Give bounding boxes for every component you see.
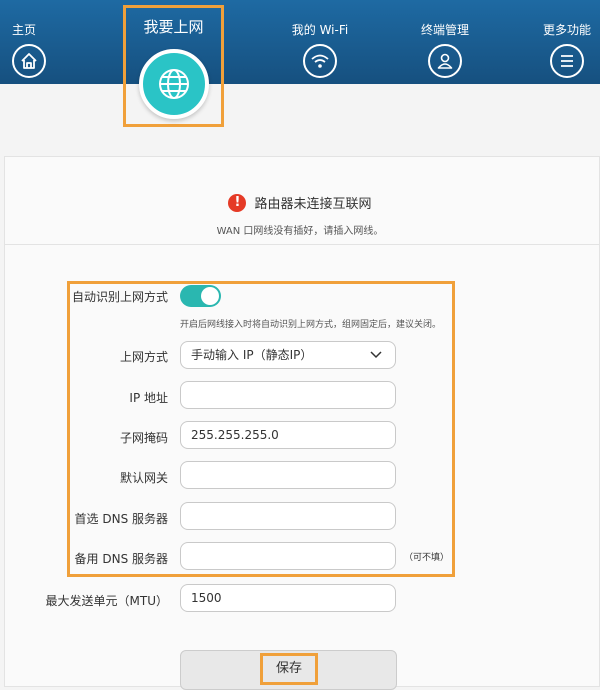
mode-select[interactable]: 手动输入 IP（静态IP）	[180, 341, 396, 369]
mtu-label: 最大发送单元（MTU）	[45, 594, 168, 608]
save-button-label[interactable]: 保存	[260, 653, 318, 685]
home-icon	[12, 44, 46, 78]
nav-home[interactable]: 主页	[12, 22, 52, 78]
dns2-label: 备用 DNS 服务器	[74, 552, 168, 566]
nav-more[interactable]: 更多功能	[542, 22, 592, 78]
nav-devices-label: 终端管理	[420, 23, 469, 37]
status-subtitle: WAN 口网线没有插好，请插入网线。	[216, 226, 384, 237]
nav-internet-label: 我要上网	[143, 18, 204, 36]
alert-icon: !	[228, 193, 247, 212]
nav-home-label: 主页	[12, 23, 37, 37]
gateway-input[interactable]	[180, 461, 396, 489]
connection-status: ! 路由器未连接互联网	[0, 193, 600, 212]
optional-note: （可不填）	[404, 553, 450, 563]
mask-label: 子网掩码	[119, 431, 168, 445]
user-icon	[428, 44, 462, 78]
auto-detect-label: 自动识别上网方式	[71, 290, 168, 304]
mtu-input[interactable]: 1500	[180, 584, 396, 612]
auto-detect-hint: 开启后网线接入时将自动识别上网方式，组网固定后，建议关闭。	[180, 320, 442, 330]
menu-icon	[550, 44, 584, 78]
chevron-down-icon	[370, 351, 382, 359]
primary-dns-input[interactable]	[180, 502, 396, 530]
globe-icon	[139, 49, 209, 119]
ip-label: IP 地址	[129, 391, 168, 405]
nav-more-label: 更多功能	[542, 23, 591, 37]
secondary-dns-input[interactable]	[180, 542, 396, 570]
nav-wifi[interactable]: 我的 Wi-Fi	[288, 22, 352, 78]
nav-internet[interactable]: 我要上网	[123, 5, 224, 127]
wifi-icon	[303, 44, 337, 78]
gateway-label: 默认网关	[119, 471, 168, 485]
divider	[4, 244, 600, 245]
top-nav-bar: 主页 我的 Wi-Fi 终端管理 更多功能	[0, 0, 600, 84]
dns1-label: 首选 DNS 服务器	[74, 512, 168, 526]
mode-label: 上网方式	[119, 350, 168, 364]
auto-detect-toggle[interactable]	[180, 285, 221, 307]
mode-value: 手动输入 IP（静态IP）	[191, 348, 313, 362]
nav-devices[interactable]: 终端管理	[418, 22, 472, 78]
ip-address-input[interactable]	[180, 381, 396, 409]
nav-wifi-label: 我的 Wi-Fi	[291, 23, 349, 37]
subnet-mask-input[interactable]: 255.255.255.0	[180, 421, 396, 449]
status-title: 路由器未连接互联网	[254, 197, 372, 212]
toggle-knob	[201, 287, 219, 305]
